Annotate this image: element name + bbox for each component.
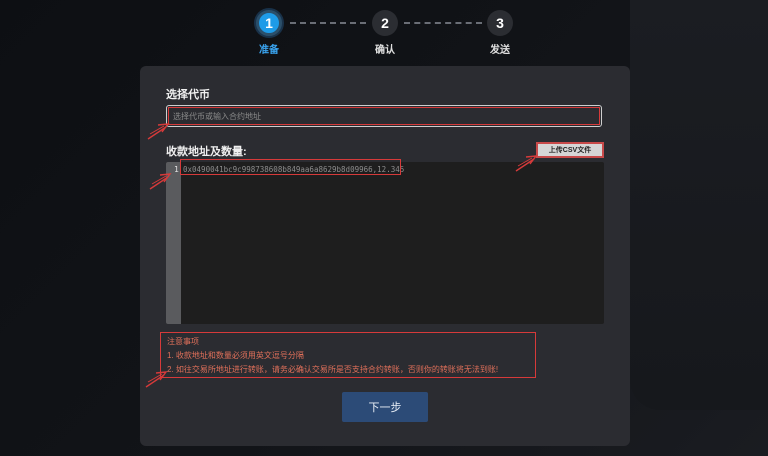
annotation-arrow-icon <box>515 155 538 172</box>
notes-box: 注意事项 1. 收款地址和数量必须用英文逗号分隔 2. 如往交易所地址进行转账，… <box>160 332 536 378</box>
progress-stepper: 1 2 3 准备 确认 发送 <box>0 0 768 60</box>
recipients-editor[interactable]: 1 0x0490041bc9c998738608b849aa6a8629b8d0… <box>166 162 604 324</box>
right-side-panel <box>630 0 768 410</box>
recipients-label: 收款地址及数量: <box>166 146 247 158</box>
annotation-arrow-icon <box>147 123 170 140</box>
step-3-circle[interactable]: 3 <box>487 10 513 36</box>
step-1-label: 准备 <box>259 45 279 56</box>
step-2-circle[interactable]: 2 <box>372 10 398 36</box>
upload-csv-button[interactable]: 上传CSV文件 <box>536 142 604 158</box>
token-placeholder: 选择代币或输入合约地址 <box>173 112 261 121</box>
step-connector <box>404 22 482 24</box>
annotation-arrow-icon <box>145 371 168 388</box>
notes-title: 注意事项 <box>167 337 199 346</box>
annotation-highlight <box>180 159 401 175</box>
step-2-label: 确认 <box>375 45 395 56</box>
annotation-arrow-icon <box>149 173 172 190</box>
step-3-label: 发送 <box>490 45 510 56</box>
step-connector <box>290 22 366 24</box>
send-form-card: 选择代币 选择代币或输入合约地址 收款地址及数量: 上传CSV文件 1 0x04… <box>140 66 630 446</box>
token-select-input[interactable]: 选择代币或输入合约地址 <box>166 105 602 127</box>
notes-item: 1. 收款地址和数量必须用英文逗号分隔 <box>167 351 304 360</box>
token-label: 选择代币 <box>166 89 210 101</box>
next-step-button[interactable]: 下一步 <box>342 392 428 422</box>
notes-item: 2. 如往交易所地址进行转账，请务必确认交易所是否支持合约转账，否则你的转账将无… <box>167 365 499 374</box>
step-1-circle[interactable]: 1 <box>256 10 282 36</box>
line-number: 1 <box>174 165 179 174</box>
